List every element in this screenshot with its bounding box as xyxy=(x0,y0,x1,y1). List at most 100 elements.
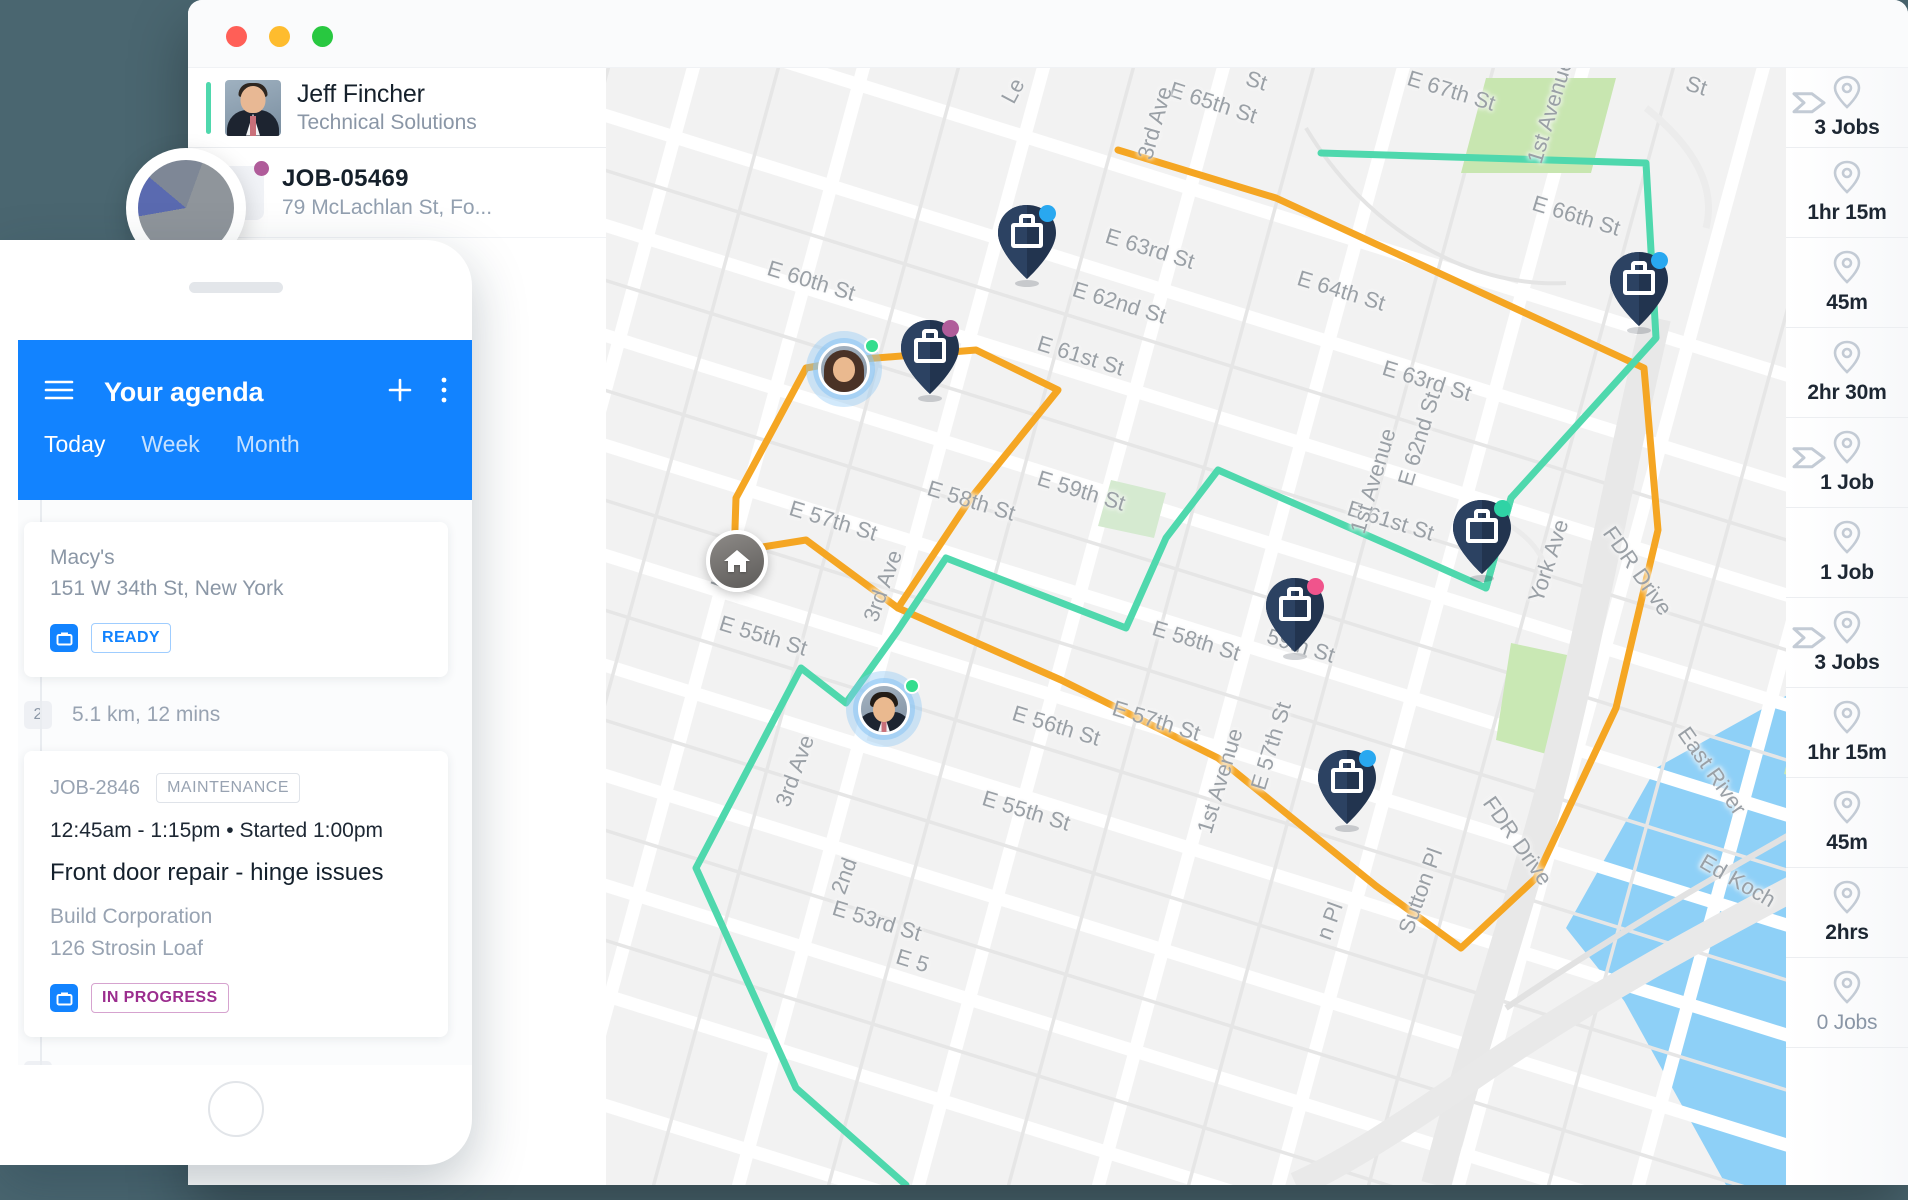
map-technician-avatar[interactable] xyxy=(846,671,922,747)
briefcase-icon xyxy=(1466,518,1498,543)
rail-label: 45m xyxy=(1826,291,1868,314)
customer-address: 151 W 34th St, New York xyxy=(50,577,284,600)
customer-card[interactable]: Macy's 151 W 34th St, New York READY xyxy=(24,522,448,677)
tab-today[interactable]: Today xyxy=(44,431,105,458)
screenshot-root: E 60th St E 61st St E 62nd St E 63rd St E 65… xyxy=(0,0,1908,1200)
job-organization: Build Corporation xyxy=(50,905,213,928)
job-location: 126 Strosin Loaf xyxy=(50,937,203,960)
rail-cell[interactable]: 1hr 15m xyxy=(1786,688,1908,778)
map-job-pin[interactable] xyxy=(1451,498,1513,582)
minimize-window-button[interactable] xyxy=(269,26,290,47)
status-badge-in-progress: IN PROGRESS xyxy=(91,983,229,1013)
close-window-button[interactable] xyxy=(226,26,247,47)
customer-name: Macy's xyxy=(50,546,115,569)
rail-label: 0 Jobs xyxy=(1816,1011,1878,1034)
job-row-1[interactable]: 1 JOB-05469 79 McLachlan St, Fo... xyxy=(188,148,606,238)
pin-status-dot xyxy=(1359,750,1376,767)
home-icon xyxy=(724,550,750,572)
tab-week[interactable]: Week xyxy=(141,431,199,458)
rail-label: 2hrs xyxy=(1825,921,1869,944)
maximize-window-button[interactable] xyxy=(312,26,333,47)
technician-row[interactable]: Jeff Fincher Technical Solutions xyxy=(188,68,606,148)
map-job-pin[interactable] xyxy=(1316,748,1378,832)
pin-status-dot xyxy=(1039,205,1056,222)
avatar-photo xyxy=(858,683,910,735)
app-title: Your agenda xyxy=(104,377,264,407)
job-time: 12:45am - 1:15pm • Started 1:00pm xyxy=(50,819,384,842)
pin-shadow xyxy=(918,395,942,402)
location-pin-icon xyxy=(1832,160,1862,199)
job-id: JOB-05469 xyxy=(282,165,409,192)
location-pin-icon xyxy=(1832,970,1862,1009)
map-home-marker[interactable] xyxy=(706,530,768,592)
technician-name: Jeff Fincher xyxy=(297,79,425,108)
leg-distance: 5.1 km, 12 mins xyxy=(72,1063,220,1065)
phone-home-button[interactable] xyxy=(208,1081,264,1137)
online-status-dot xyxy=(904,678,920,694)
pin-status-dot xyxy=(1307,578,1324,595)
briefcase-icon xyxy=(914,338,946,363)
leg-number: 3 xyxy=(24,1061,52,1065)
job-card[interactable]: JOB-2846 MAINTENANCE 12:45am - 1:15pm • … xyxy=(24,751,448,1037)
map-job-pin[interactable] xyxy=(1608,250,1670,334)
rail-label: 3 Jobs xyxy=(1814,651,1880,674)
rail-label: 1hr 15m xyxy=(1807,201,1887,224)
phone-speaker xyxy=(189,282,283,293)
agenda-timeline[interactable]: Macy's 151 W 34th St, New York READY 2 5… xyxy=(18,500,472,1065)
rail-label-jobs: 3 Jobs xyxy=(1814,116,1880,139)
job-tag: MAINTENANCE xyxy=(156,773,301,803)
flag-icon xyxy=(1792,91,1826,118)
rail-cell[interactable]: 45m xyxy=(1786,238,1908,328)
map-technician-avatar[interactable] xyxy=(806,331,882,407)
pin-status-dot xyxy=(942,320,959,337)
hamburger-icon[interactable] xyxy=(44,379,74,406)
job-status-dot xyxy=(254,160,269,176)
travel-leg-2: 2 5.1 km, 12 mins xyxy=(18,677,472,751)
rail-cell[interactable]: 45m xyxy=(1786,778,1908,868)
job-code: JOB-2846 xyxy=(50,776,141,799)
tab-month[interactable]: Month xyxy=(236,431,300,458)
rail-cell-tech[interactable]: 3 Jobs xyxy=(1786,68,1908,148)
job-address: 79 McLachlan St, Fo... xyxy=(282,196,493,219)
map-job-pin[interactable] xyxy=(1264,576,1326,660)
rail-label: 1 Job xyxy=(1820,471,1874,494)
rail-cell[interactable]: 1 Job xyxy=(1786,508,1908,598)
pin-shadow xyxy=(1335,825,1359,832)
kebab-menu-icon[interactable] xyxy=(440,376,448,409)
technician-avatar xyxy=(225,79,281,136)
pin-status-dot xyxy=(1494,500,1511,517)
pin-shadow xyxy=(1627,327,1651,334)
agenda-tabs[interactable]: Today Week Month xyxy=(18,409,472,458)
rail-label: 2hr 30m xyxy=(1807,381,1887,404)
duration-rail: 3 Jobs 1hr 15m 45m 2hr 30m 1 Job 1 Job 3 Jobs… xyxy=(1786,68,1908,1185)
location-pin-icon xyxy=(1832,880,1862,919)
online-status-dot xyxy=(864,338,880,354)
location-pin-icon xyxy=(1832,430,1862,469)
location-pin-icon xyxy=(1832,700,1862,739)
traffic-lights xyxy=(226,26,333,47)
rail-cell[interactable]: 3 Jobs xyxy=(1786,598,1908,688)
rail-cell[interactable]: 2hr 30m xyxy=(1786,328,1908,418)
rail-cell[interactable]: 0 Jobs xyxy=(1786,958,1908,1048)
phone-mockup: Your agenda Today Week Month Macy's 151 W … xyxy=(0,240,472,1165)
rail-label: 1 Job xyxy=(1820,561,1874,584)
rail-label: 1hr 15m xyxy=(1807,741,1887,764)
rail-cell[interactable]: 1hr 15m xyxy=(1786,148,1908,238)
rail-label: 45m xyxy=(1826,831,1868,854)
flag-icon xyxy=(1792,446,1826,473)
app-header: Your agenda Today Week Month xyxy=(18,340,472,500)
leg-distance: 5.1 km, 12 mins xyxy=(72,703,221,726)
plus-icon[interactable] xyxy=(386,376,414,409)
rail-cell[interactable]: 2hrs xyxy=(1786,868,1908,958)
technician-accent-bar xyxy=(206,81,211,134)
status-badge-ready: READY xyxy=(91,623,172,653)
technician-company: Technical Solutions xyxy=(297,111,477,135)
map-job-pin[interactable] xyxy=(996,203,1058,287)
briefcase-icon xyxy=(50,624,78,652)
map-job-pin[interactable] xyxy=(899,318,961,402)
map-canvas[interactable]: E 60th St E 61st St E 62nd St E 63rd St E 65… xyxy=(606,68,1908,1185)
briefcase-icon xyxy=(50,984,78,1012)
map-vector xyxy=(606,68,1908,1185)
rail-cell[interactable]: 1 Job xyxy=(1786,418,1908,508)
location-pin-icon xyxy=(1832,250,1862,289)
